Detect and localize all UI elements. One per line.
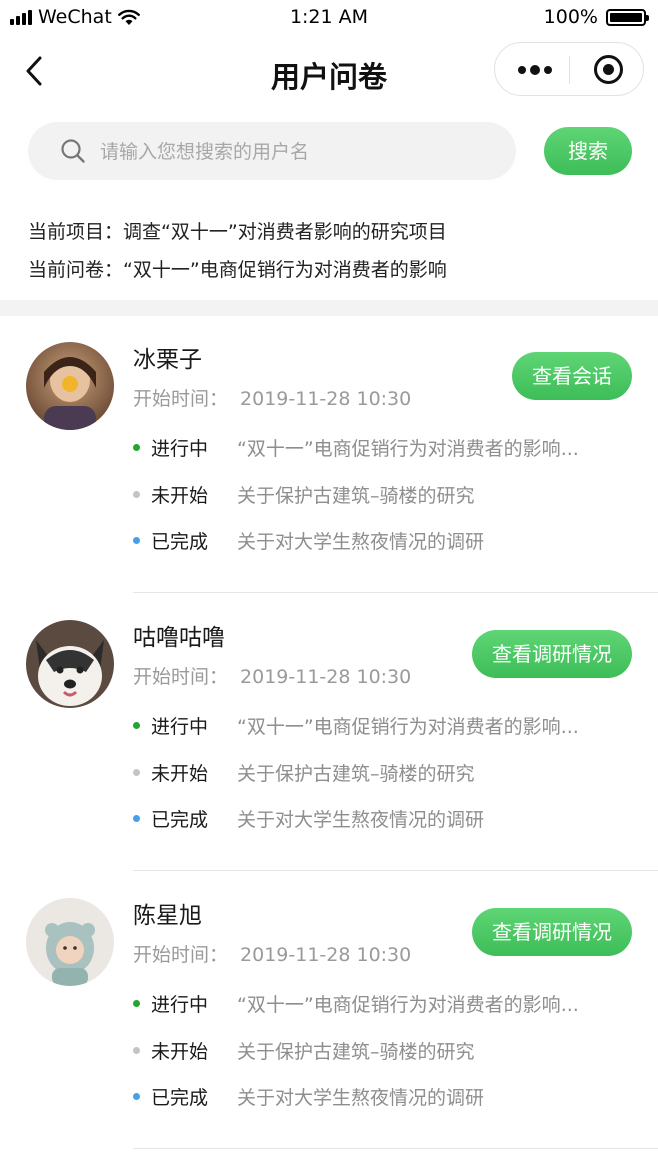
status-dot-icon <box>133 722 140 729</box>
battery-percent: 100% <box>543 6 598 28</box>
survey-status: 进行中 <box>151 438 209 460</box>
survey-row[interactable]: 进行中 “双十一”电商促销行为对消费者的影响... <box>133 434 579 464</box>
survey-row[interactable]: 进行中 “双十一”电商促销行为对消费者的影响... <box>133 990 579 1020</box>
search-bar <box>28 122 516 180</box>
survey-row[interactable]: 进行中 “双十一”电商促销行为对消费者的影响... <box>133 712 579 742</box>
battery-icon <box>606 8 649 26</box>
survey-title: “双十一”电商促销行为对消费者的影响... <box>237 716 579 738</box>
survey-status: 进行中 <box>151 716 209 738</box>
survey-status: 未开始 <box>151 1041 209 1063</box>
start-time: 开始时间： 2019-11-28 10:30 <box>133 940 411 967</box>
survey-status: 未开始 <box>151 485 209 507</box>
status-dot-icon <box>133 1047 140 1054</box>
more-icon[interactable] <box>517 64 553 76</box>
survey-title: 关于对大学生熬夜情况的调研 <box>237 809 485 831</box>
nav-bar: 用户问卷 <box>0 38 658 104</box>
survey-status: 已完成 <box>151 1087 209 1109</box>
start-time-label: 开始时间： <box>133 944 229 966</box>
close-miniprogram-icon[interactable] <box>593 54 624 85</box>
status-dot-icon <box>133 815 140 822</box>
start-time: 开始时间： 2019-11-28 10:30 <box>133 384 411 411</box>
section-divider <box>0 300 658 316</box>
card-separator <box>133 870 658 871</box>
user-card-2: 咕噜咕噜 开始时间： 2019-11-28 10:30 查看调研情况 进行中 “双十… <box>0 594 658 871</box>
card-separator <box>133 592 658 593</box>
view-button[interactable]: 查看会话 <box>512 352 632 400</box>
status-bar: WeChat 1:21 AM 100% <box>0 0 658 38</box>
search-button[interactable]: 搜索 <box>544 127 632 175</box>
survey-status: 未开始 <box>151 763 209 785</box>
start-time-value: 2019-11-28 10:30 <box>240 666 412 688</box>
view-button[interactable]: 查看调研情况 <box>472 630 632 678</box>
user-name: 咕噜咕噜 <box>133 625 225 651</box>
photo-avatar-husky <box>26 620 114 708</box>
start-time: 开始时间： 2019-11-28 10:30 <box>133 662 411 689</box>
start-time-value: 2019-11-28 10:30 <box>240 388 412 410</box>
project-info: 当前项目：调查“双十一”对消费者影响的研究项目 当前问卷：“双十一”电商促销行为… <box>28 213 447 289</box>
user-name: 陈星旭 <box>133 903 202 929</box>
survey-row[interactable]: 已完成 关于对大学生熬夜情况的调研 <box>133 1083 484 1113</box>
search-icon <box>61 139 85 163</box>
photo-avatar-baby <box>26 898 114 986</box>
survey-title: 关于对大学生熬夜情况的调研 <box>237 1087 485 1109</box>
current-project: 当前项目：调查“双十一”对消费者影响的研究项目 <box>28 213 447 251</box>
status-dot-icon <box>133 537 140 544</box>
survey-row[interactable]: 未开始 关于保护古建筑–骑楼的研究 <box>133 481 475 511</box>
mini-program-capsule <box>494 42 644 96</box>
status-right: 100% <box>543 6 649 28</box>
survey-title: “双十一”电商促销行为对消费者的影响... <box>237 438 579 460</box>
survey-title: 关于保护古建筑–骑楼的研究 <box>237 485 475 507</box>
card-separator <box>133 1148 658 1149</box>
survey-row[interactable]: 已完成 关于对大学生熬夜情况的调研 <box>133 805 484 835</box>
current-questionnaire-value: “双十一”电商促销行为对消费者的影响 <box>123 259 447 281</box>
user-card-1: 冰栗子 开始时间： 2019-11-28 10:30 查看会话 进行中 “双十一”电… <box>0 316 658 593</box>
photo-avatar-girl <box>26 342 114 430</box>
survey-status: 已完成 <box>151 531 209 553</box>
start-time-label: 开始时间： <box>133 666 229 688</box>
current-questionnaire: 当前问卷：“双十一”电商促销行为对消费者的影响 <box>28 251 447 289</box>
start-time-label: 开始时间： <box>133 388 229 410</box>
survey-title: 关于对大学生熬夜情况的调研 <box>237 531 485 553</box>
status-dot-icon <box>133 1093 140 1100</box>
search-input[interactable] <box>98 132 502 172</box>
start-time-value: 2019-11-28 10:30 <box>240 944 412 966</box>
survey-row[interactable]: 未开始 关于保护古建筑–骑楼的研究 <box>133 1037 475 1067</box>
status-dot-icon <box>133 491 140 498</box>
status-dot-icon <box>133 444 140 451</box>
survey-row[interactable]: 已完成 关于对大学生熬夜情况的调研 <box>133 527 484 557</box>
user-name: 冰栗子 <box>133 347 202 373</box>
view-button[interactable]: 查看调研情况 <box>472 908 632 956</box>
survey-status: 已完成 <box>151 809 209 831</box>
survey-title: 关于保护古建筑–骑楼的研究 <box>237 763 475 785</box>
status-dot-icon <box>133 1000 140 1007</box>
survey-title: “双十一”电商促销行为对消费者的影响... <box>237 994 579 1016</box>
current-questionnaire-label: 当前问卷： <box>28 259 124 281</box>
capsule-divider <box>569 56 570 84</box>
current-project-label: 当前项目： <box>28 221 124 243</box>
status-dot-icon <box>133 769 140 776</box>
survey-status: 进行中 <box>151 994 209 1016</box>
survey-row[interactable]: 未开始 关于保护古建筑–骑楼的研究 <box>133 759 475 789</box>
user-card-3: 陈星旭 开始时间： 2019-11-28 10:30 查看调研情况 进行中 “双十一… <box>0 872 658 1149</box>
current-project-value: 调查“双十一”对消费者影响的研究项目 <box>123 221 447 243</box>
survey-title: 关于保护古建筑–骑楼的研究 <box>237 1041 475 1063</box>
